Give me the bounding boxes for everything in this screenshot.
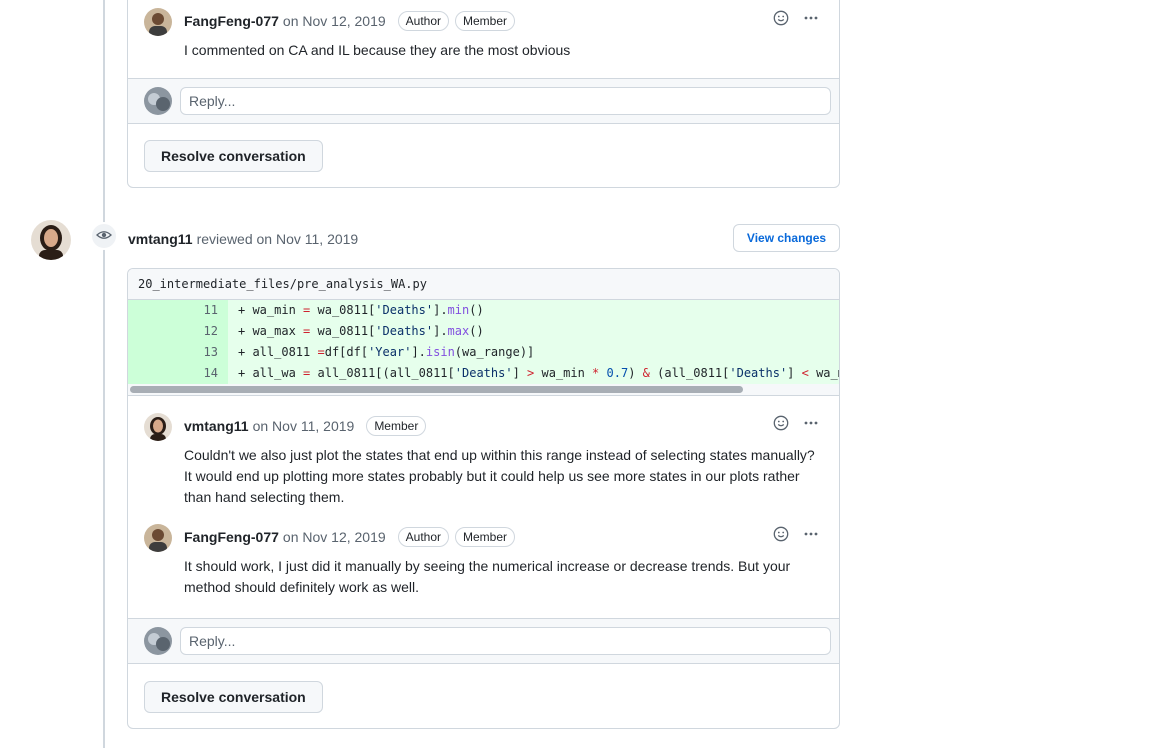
smiley-icon[interactable]: [773, 526, 789, 545]
file-path[interactable]: 20_intermediate_files/pre_analysis_WA.py: [128, 269, 839, 300]
line-number[interactable]: 14: [128, 363, 228, 384]
scrollbar-thumb[interactable]: [130, 386, 743, 393]
timeline-line: [103, 0, 105, 748]
avatar-fangfeng[interactable]: [144, 524, 172, 552]
view-changes-button[interactable]: View changes: [733, 224, 840, 252]
author-label: Author: [397, 11, 450, 31]
member-label: Member: [455, 527, 516, 547]
diff-line: 12 + wa_max = wa_0811['Deaths'].max(): [128, 321, 839, 342]
thread-comment: vmtang11 on Nov 11, 2019 Member Couldn't…: [128, 413, 839, 508]
thread-comment: FangFeng-077 on Nov 12, 2019 Author Memb…: [128, 524, 839, 598]
line-code: + wa_max = wa_0811['Deaths'].max(): [238, 324, 484, 338]
diff-line: 11 + wa_min = wa_0811['Deaths'].min(): [128, 300, 839, 321]
comment-actions: [773, 10, 819, 29]
reviewer-name[interactable]: vmtang11: [128, 231, 193, 247]
kebab-horizontal-icon[interactable]: [803, 526, 819, 545]
smiley-icon[interactable]: [773, 10, 789, 29]
member-label: Member: [366, 416, 427, 436]
comment-author[interactable]: vmtang11: [184, 418, 249, 434]
comment-date[interactable]: on Nov 12, 2019: [283, 529, 386, 545]
reply-row: Reply...: [128, 78, 839, 124]
kebab-horizontal-icon[interactable]: [803, 10, 819, 29]
eye-icon: [96, 227, 112, 246]
comment-date[interactable]: on Nov 11, 2019: [253, 418, 355, 434]
diff-line: 13 + all_0811 =df[df['Year'].isin(wa_ran…: [128, 342, 839, 363]
resolve-conversation-button[interactable]: Resolve conversation: [144, 681, 323, 713]
review-header: vmtang11 reviewed on Nov 11, 2019: [128, 228, 358, 250]
line-code: + all_wa = all_0811[(all_0811['Deaths'] …: [238, 366, 839, 380]
diff-hunk: 11 + wa_min = wa_0811['Deaths'].min() 12…: [128, 300, 839, 384]
comment-header: vmtang11 on Nov 11, 2019 Member: [184, 415, 839, 437]
reply-row: Reply...: [128, 618, 839, 664]
line-number[interactable]: 13: [128, 342, 228, 363]
line-number[interactable]: 12: [128, 321, 228, 342]
code-scrollbar[interactable]: [128, 384, 839, 396]
reply-input[interactable]: Reply...: [180, 627, 831, 655]
reviewer-avatar[interactable]: [31, 220, 71, 260]
member-label: Member: [455, 11, 516, 31]
line-code: + wa_min = wa_0811['Deaths'].min(): [238, 303, 484, 317]
thread-comment: FangFeng-077 on Nov 12, 2019 Author Memb…: [128, 8, 839, 61]
author-label: Author: [397, 527, 450, 547]
kebab-horizontal-icon[interactable]: [803, 415, 819, 434]
comment-header: FangFeng-077 on Nov 12, 2019 Author Memb…: [184, 526, 839, 548]
comment-header: FangFeng-077 on Nov 12, 2019 Author Memb…: [184, 10, 839, 32]
line-code: + all_0811 =df[df['Year'].isin(wa_range)…: [238, 345, 535, 359]
comment-date[interactable]: on Nov 12, 2019: [283, 13, 386, 29]
review-badge: [90, 222, 118, 250]
comment-body: Couldn't we also just plot the states th…: [184, 447, 815, 505]
line-number[interactable]: 11: [128, 300, 228, 321]
avatar-fangfeng[interactable]: [144, 8, 172, 36]
current-user-avatar: [144, 87, 172, 115]
comment-body: I commented on CA and IL because they ar…: [184, 42, 571, 58]
avatar-vmtang[interactable]: [144, 413, 172, 441]
comment-author[interactable]: FangFeng-077: [184, 529, 279, 545]
reply-input[interactable]: Reply...: [180, 87, 831, 115]
diff-line: 14 + all_wa = all_0811[(all_0811['Deaths…: [128, 363, 839, 384]
review-action-text[interactable]: reviewed on Nov 11, 2019: [197, 231, 359, 247]
comment-actions: [773, 415, 819, 434]
current-user-avatar: [144, 627, 172, 655]
review-thread-1: FangFeng-077 on Nov 12, 2019 Author Memb…: [127, 0, 840, 188]
comment-body: It should work, I just did it manually b…: [184, 558, 791, 595]
resolve-conversation-button[interactable]: Resolve conversation: [144, 140, 323, 172]
smiley-icon[interactable]: [773, 415, 789, 434]
comment-author[interactable]: FangFeng-077: [184, 13, 279, 29]
comment-actions: [773, 526, 819, 545]
review-thread-2: 20_intermediate_files/pre_analysis_WA.py…: [127, 268, 840, 729]
